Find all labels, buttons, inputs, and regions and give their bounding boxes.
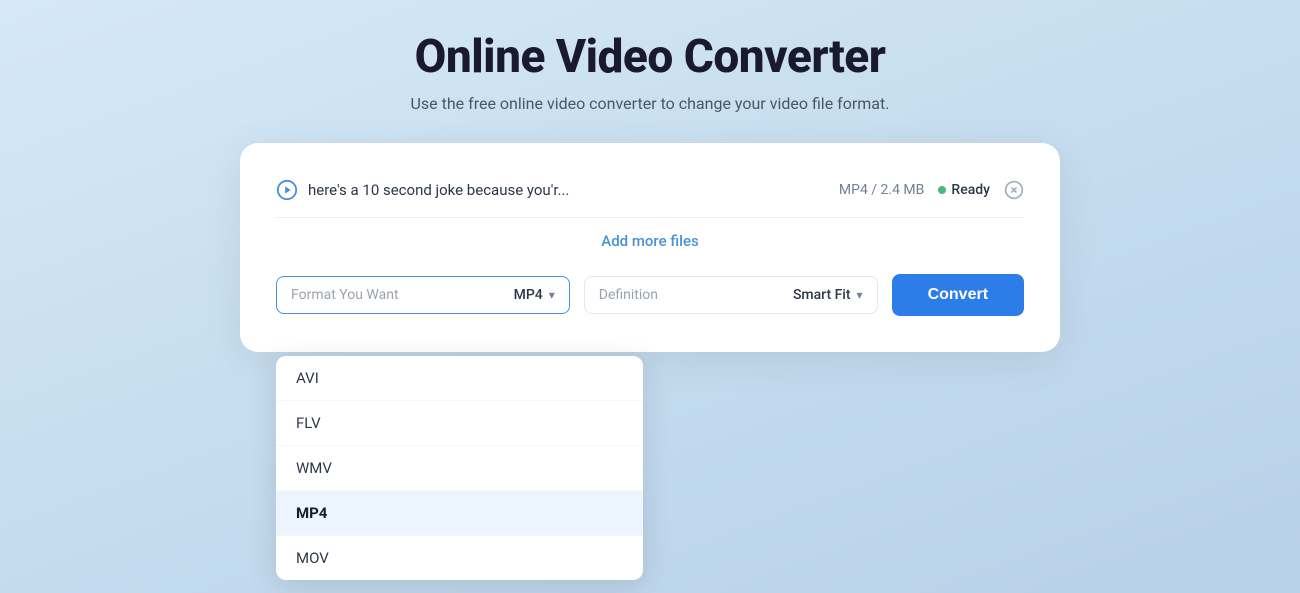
file-row: here's a 10 second joke because you'r...… — [276, 171, 1024, 218]
add-more-files-link[interactable]: Add more files — [276, 232, 1024, 250]
file-info-left: here's a 10 second joke because you'r... — [276, 179, 569, 201]
definition-chevron-icon: ▾ — [857, 288, 863, 302]
format-label: Format You Want — [291, 287, 399, 303]
dropdown-item-mov[interactable]: MOV — [276, 536, 643, 580]
page-title: Online Video Converter — [411, 30, 890, 84]
convert-button[interactable]: Convert — [892, 274, 1024, 316]
definition-label: Definition — [599, 287, 658, 303]
status-dot — [938, 186, 946, 194]
format-select[interactable]: Format You Want MP4 ▾ — [276, 276, 570, 314]
status-badge: Ready — [938, 182, 990, 198]
definition-value: Smart Fit ▾ — [793, 287, 863, 303]
dropdown-item-flv[interactable]: FLV — [276, 401, 643, 446]
file-info-right: MP4 / 2.4 MB Ready — [839, 180, 1024, 200]
chevron-down-icon: ▾ — [549, 288, 555, 302]
file-meta: MP4 / 2.4 MB — [839, 182, 925, 198]
dropdown-item-mp4[interactable]: MP4 — [276, 491, 643, 536]
header-section: Online Video Converter Use the free onli… — [411, 30, 890, 113]
status-text: Ready — [951, 182, 990, 198]
definition-selected-value: Smart Fit — [793, 287, 851, 303]
format-value: MP4 ▾ — [514, 287, 555, 303]
dropdown-item-wmv[interactable]: WMV — [276, 446, 643, 491]
page-subtitle: Use the free online video converter to c… — [411, 94, 890, 113]
controls-row: Format You Want MP4 ▾ Definition Smart F… — [276, 274, 1024, 316]
file-name: here's a 10 second joke because you'r... — [308, 181, 569, 199]
close-icon[interactable] — [1004, 180, 1024, 200]
format-dropdown: AVIFLVWMVMP4MOV — [276, 356, 643, 580]
dropdown-item-avi[interactable]: AVI — [276, 356, 643, 401]
converter-card: here's a 10 second joke because you'r...… — [240, 143, 1060, 352]
play-icon — [276, 179, 298, 201]
definition-select[interactable]: Definition Smart Fit ▾ — [584, 276, 878, 314]
format-selected-value: MP4 — [514, 287, 543, 303]
